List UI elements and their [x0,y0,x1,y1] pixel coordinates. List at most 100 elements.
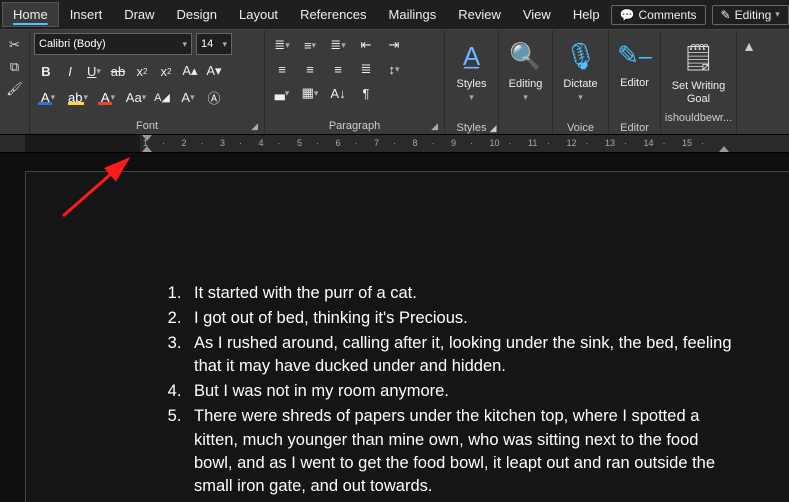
multilevel-button[interactable]: ≣▾ [325,33,351,57]
goal-group[interactable]: 🗒 Set WritingGoal ishouldbewr... [661,30,737,134]
tab-mailings[interactable]: Mailings [378,2,448,27]
right-indent-marker[interactable] [719,146,729,152]
increase-font-button[interactable]: A▴ [178,59,202,83]
clipboard-label [4,118,25,134]
numbering-button[interactable]: ≡▾ [297,33,323,57]
list-item[interactable]: As I rushed around, calling after it, lo… [186,332,734,378]
highlight-button[interactable]: ab▾ [64,86,92,108]
font-size-select[interactable]: 14 ▾ [196,33,232,55]
ruler-tick: 15 [682,138,692,148]
tab-draw[interactable]: Draw [113,2,165,27]
decrease-indent-button[interactable]: ⇤ [353,33,379,57]
superscript-button[interactable]: x2 [154,59,178,83]
collapse-ribbon-button[interactable]: ▲ [737,30,761,134]
ribbon: ✂ ⧉ 🖌 Calibri (Body) ▾ 14 ▾ B I U▾ [0,30,789,135]
styles-sublabel: Styles [457,122,487,134]
tab-design[interactable]: Design [166,2,228,27]
italic-button[interactable]: I [58,59,82,83]
ruler-tick: 9 [451,138,456,148]
goal-icon: 🗒 [682,36,715,78]
line-spacing-button[interactable]: ↕▾ [381,57,407,81]
editor-group[interactable]: ✎⎯ Editor Editor [609,30,661,134]
ruler-tick: 11 [528,138,537,148]
align-left-button[interactable]: ≡ [269,57,295,81]
font-group-label: Font◢ [34,118,260,134]
bullets-button[interactable]: ≣▾ [269,33,295,57]
horizontal-ruler[interactable]: 1·2·3·4·5·6·7·8·9·10·11·12·13·14·15· [0,135,789,153]
chevron-down-icon: ▾ [775,9,780,20]
dictate-label: Dictate [563,78,597,90]
ruler-tick: 5 [297,138,302,148]
chevron-down-icon: ▾ [182,39,187,50]
comment-icon: 💬 [620,8,635,22]
align-center-button[interactable]: ≡ [297,57,323,81]
align-right-button[interactable]: ≡ [325,57,351,81]
clipboard-group: ✂ ⧉ 🖌 [0,30,30,134]
justify-button[interactable]: ≣ [353,57,379,81]
editing-mode-button[interactable]: ✎ Editing ▾ [712,5,789,25]
char-shading-button[interactable]: A▾ [176,85,200,109]
shading-button[interactable]: ▃▾ [269,81,295,105]
styles-icon: A̲ [463,36,480,76]
ruler-tick: 4 [259,138,264,148]
subscript-button[interactable]: x2 [130,59,154,83]
show-marks-button[interactable]: ¶ [353,81,379,105]
tab-view[interactable]: View [512,2,562,27]
enclose-button[interactable]: Ⓐ [202,85,226,109]
font-group: Calibri (Body) ▾ 14 ▾ B I U▾ ab x2 x2 A▴… [30,30,265,134]
list-item[interactable]: But I was not in my room anymore. [186,380,734,403]
copy-icon[interactable]: ⧉ [10,59,19,75]
ribbon-tabs: Home Insert Draw Design Layout Reference… [0,0,789,30]
list-item[interactable]: I got out of bed, thinking it's Precious… [186,307,734,330]
list-item[interactable]: There were shreds of papers under the ki… [186,405,734,497]
font-color-button[interactable]: A▾ [94,86,122,108]
ruler-tick: 6 [336,138,341,148]
editor-sublabel: Editor [620,122,649,134]
voice-group[interactable]: 🎙 Dictate▾ Voice [553,30,609,134]
editor-icon: ✎⎯ [617,36,652,75]
text-effects-button[interactable]: A▾ [34,86,62,108]
borders-button[interactable]: ▦▾ [297,81,323,105]
paragraph-group-label: Paragraph◢ [269,118,440,134]
goal-label-2: Goal [687,93,710,105]
numbered-list: It started with the purr of a cat. I got… [96,282,734,498]
editor-label: Editor [620,77,649,90]
goal-label-1: Set Writing [672,80,726,92]
launcher-icon[interactable]: ◢ [431,121,438,132]
tab-layout[interactable]: Layout [228,2,289,27]
ruler-tick: 12 [567,138,577,148]
tab-home[interactable]: Home [2,2,59,27]
strikethrough-button[interactable]: ab [106,59,130,83]
launcher-icon[interactable]: ◢ [251,121,258,132]
comments-label: Comments [639,8,697,22]
styles-group[interactable]: A̲ Styles▾ Styles◢ [445,30,499,134]
tab-references[interactable]: References [289,2,377,27]
launcher-icon[interactable]: ◢ [490,123,497,134]
tab-insert[interactable]: Insert [59,2,114,27]
page[interactable]: It started with the purr of a cat. I got… [25,171,789,502]
mic-icon: 🎙 [564,36,597,76]
tab-review[interactable]: Review [447,2,512,27]
ruler-tick: 3 [220,138,225,148]
voice-sublabel: Voice [567,122,594,134]
bold-button[interactable]: B [34,59,58,83]
editing-label: Editing [735,8,772,22]
paragraph-group: ≣▾ ≡▾ ≣▾ ⇤ ⇥ ≡ ≡ ≡ ≣ ↕▾ ▃▾ ▦▾ A↓ ¶ Parag… [265,30,445,134]
ruler-tick: 2 [182,138,187,148]
decrease-font-button[interactable]: A▾ [202,59,226,83]
cut-icon[interactable]: ✂ [9,37,20,53]
underline-button[interactable]: U▾ [82,59,106,83]
ruler-tick: 7 [374,138,379,148]
format-painter-icon[interactable]: 🖌 [6,81,23,97]
styles-label: Styles [457,78,487,90]
comments-button[interactable]: 💬 Comments [611,5,706,25]
sort-button[interactable]: A↓ [325,81,351,105]
editing-group[interactable]: 🔍 Editing▾ [499,30,553,134]
list-item[interactable]: It started with the purr of a cat. [186,282,734,305]
goal-sublabel: ishouldbewr... [665,112,732,124]
increase-indent-button[interactable]: ⇥ [381,33,407,57]
tab-help[interactable]: Help [562,2,611,27]
clear-format-button[interactable]: A◢ [150,85,174,109]
change-case-button[interactable]: Aa▾ [124,85,148,109]
font-name-select[interactable]: Calibri (Body) ▾ [34,33,192,55]
